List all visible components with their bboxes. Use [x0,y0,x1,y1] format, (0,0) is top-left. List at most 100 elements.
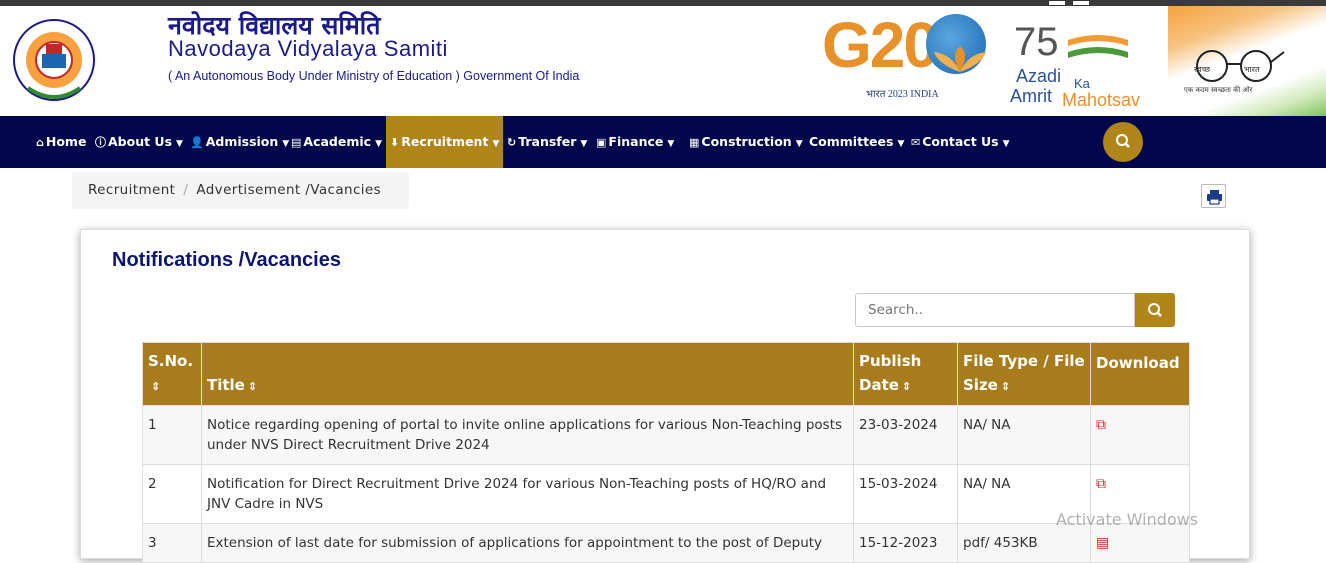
header-sno-label: S.No. [148,352,194,370]
caret-down-icon: ▼ [795,139,803,149]
nav-contact-us[interactable]: ✉ Contact Us ▼ [911,116,1010,168]
caret-down-icon: ▼ [375,139,382,149]
nav-construction-label: Construction [701,134,792,149]
breadcrumb: Recruitment / Advertisement /Vacancies [72,172,409,209]
external-link-icon[interactable]: ⧉ [1096,476,1106,492]
header-download: Download [1090,342,1190,406]
nav-academic[interactable]: ▤ Academic ▼ [291,116,382,168]
caret-down-icon: ▼ [176,139,183,149]
cell-date: 23-03-2024 [853,405,958,465]
print-icon [1207,190,1222,205]
activate-windows-watermark: Activate Windows [1056,510,1199,529]
nav-committees-label: Committees [809,134,894,149]
g20-subtitle: भारत 2023 INDIA [866,89,939,100]
nav-admission-label: Admission [205,134,279,149]
header-publish-date[interactable]: Publish Date ⇕ [853,342,958,406]
cell-sno: 3 [142,523,202,563]
cell-date: 15-03-2024 [853,464,958,524]
aka-azadi: Azadi [1016,66,1062,86]
caret-down-icon: ▼ [580,139,588,149]
table-header-row: S.No. ⇕ Title ⇕ Publish Date ⇕ File Type / … [142,342,1190,406]
envelope-icon: ✉ [911,136,921,149]
pdf-icon[interactable]: ▤ [1096,535,1109,551]
swachh-bharat-logo: स्वच्छ भारत एक कदम स्वच्छता की ओर [1168,6,1326,116]
nav-finance[interactable]: ▣ Finance ▼ [596,116,674,168]
cell-title: Notice regarding opening of portal to in… [201,405,854,465]
header-title[interactable]: Title ⇕ [201,342,854,406]
caret-down-icon: ▼ [282,139,290,149]
sort-icon: ⇕ [1000,380,1011,393]
g20-logo: G20 भारत 2023 INDIA [822,9,994,104]
nav-academic-label: Academic [303,134,372,149]
aka-number: 75 [1014,20,1059,64]
page-title: Notifications /Vacancies [112,249,341,271]
cell-title: Extension of last date for submission of… [201,523,854,563]
cell-download: ⧉ [1090,405,1190,465]
brand-subtitle: ( An Autonomous Body Under Ministry of E… [168,69,580,83]
breadcrumb-current: Advertisement /Vacancies [196,182,382,198]
table-row: 1 Notice regarding opening of portal to … [142,405,1190,465]
caret-down-icon: ▼ [1002,139,1010,149]
brand-title: Navodaya Vidyalaya Samiti [168,36,448,61]
cell-sno: 2 [142,464,202,524]
sort-icon: ⇕ [247,380,258,393]
nav-contact-label: Contact Us [922,134,999,149]
swachh-right-text: भारत [1244,65,1260,74]
breadcrumb-separator: / [183,182,189,198]
user-icon: 👤 [190,136,204,149]
flag-icon [1068,35,1128,58]
swachh-tagline: एक कदम स्वच्छता की ओर [1184,86,1253,94]
nav-finance-label: Finance [608,134,664,149]
azadi-ka-amrit-mahotsav-logo: 75 Azadi Ka Amrit Mahotsav [1006,20,1160,110]
cell-sno: 1 [142,405,202,465]
nav-search-button[interactable] [1103,122,1143,162]
nav-admission[interactable]: 👤 Admission ▼ [190,116,289,168]
breadcrumb-recruitment[interactable]: Recruitment [88,182,175,198]
nav-construction[interactable]: ▦ Construction ▼ [689,116,803,168]
aka-ka: Ka [1074,76,1090,91]
cell-download: ▤ [1090,523,1190,563]
nav-about-label: About Us [108,134,173,149]
cell-file: NA/ NA [957,405,1091,465]
vacancies-table: S.No. ⇕ Title ⇕ Publish Date ⇕ File Type / … [142,342,1190,563]
g20-text: G20 [822,9,939,81]
search-icon [1116,134,1130,148]
table-row: 3 Extension of last date for submission … [142,523,1190,563]
print-button[interactable] [1201,184,1226,208]
external-link-icon[interactable]: ⧉ [1096,417,1106,433]
money-icon: ▣ [596,136,607,149]
search-icon [1148,303,1162,317]
site-header: नवोदय विद्यालय समिति Navodaya Vidyalaya … [0,6,1326,116]
nav-home[interactable]: ⌂ Home [36,116,86,168]
aka-mahotsav: Mahotsav [1062,90,1141,110]
caret-down-icon: ▼ [667,139,675,149]
cell-file: pdf/ 453KB [957,523,1091,563]
aka-amrit: Amrit [1010,86,1052,106]
header-sno[interactable]: S.No. ⇕ [142,342,202,406]
cell-date: 15-12-2023 [853,523,958,563]
caret-down-icon: ▼ [897,139,905,149]
search-input[interactable] [855,293,1135,327]
sort-icon: ⇕ [901,380,912,393]
swachh-left-text: स्वच्छ [1194,65,1211,74]
nav-transfer-label: Transfer [518,134,577,149]
nav-transfer[interactable]: ↻ Transfer ▼ [507,116,587,168]
lotus-icon [934,46,986,72]
building-icon: ▦ [689,136,700,149]
header-file-label: File Type / File Size [963,352,1085,394]
header-date-label: Publish Date [859,352,922,394]
nav-recruitment-label: Recruitment [401,134,489,149]
home-icon: ⌂ [36,136,44,149]
nav-home-label: Home [45,134,87,149]
nav-committees[interactable]: Committees ▼ [809,116,904,168]
header-title-label: Title [207,376,245,394]
info-icon: ⓘ [95,136,106,149]
nav-about-us[interactable]: ⓘ About Us ▼ [95,116,183,168]
book-icon: ▤ [291,136,302,149]
header-download-label: Download [1096,354,1180,372]
header-file-type[interactable]: File Type / File Size ⇕ [957,342,1091,406]
cell-title: Notification for Direct Recruitment Driv… [201,464,854,524]
nvs-logo[interactable] [8,10,100,114]
nav-recruitment[interactable]: ⬇ Recruitment ▼ [386,116,503,168]
search-button[interactable] [1135,293,1175,327]
